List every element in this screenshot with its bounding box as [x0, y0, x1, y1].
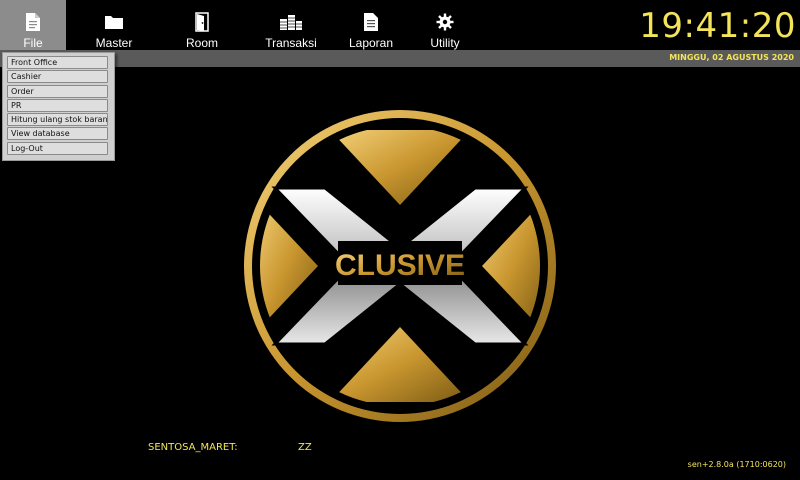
menu-item-front-office[interactable]: Front Office — [7, 56, 108, 69]
menu-item-cashier[interactable]: Cashier — [7, 70, 108, 84]
user-label: SENTOSA_MARET: — [148, 442, 238, 453]
door-icon — [189, 9, 215, 34]
toolbar-master-button[interactable]: Master — [82, 0, 146, 50]
toolbar-laporan-label: Laporan — [348, 36, 394, 50]
gear-icon — [432, 9, 458, 34]
menu-item-logout[interactable]: Log-Out — [7, 141, 108, 155]
toolbar-utility-label: Utility — [430, 36, 460, 50]
toolbar-room-button[interactable]: Room — [170, 0, 234, 50]
toolbar-master-label: Master — [95, 36, 133, 50]
file-menu-dropdown: Front Office Cashier Order PR Hitung ula… — [2, 52, 115, 161]
toolbar-laporan-button[interactable]: Laporan — [340, 0, 402, 50]
file-icon — [20, 9, 46, 34]
menu-item-view-database[interactable]: View database — [7, 127, 108, 141]
toolbar-file-label: File — [23, 36, 43, 50]
xclusive-logo: CLUSIVE — [244, 110, 556, 422]
version-label: sen+2.8.0a (1710:0620) — [687, 460, 786, 469]
report-icon — [358, 9, 384, 34]
toolbar-room-label: Room — [185, 36, 218, 50]
toolbar-utility-button[interactable]: Utility — [414, 0, 476, 50]
main-toolbar: File Master Room Transaksi Laporan Utili… — [0, 0, 800, 50]
toolbar-transaksi-label: Transaksi — [265, 36, 317, 50]
folder-icon — [101, 9, 127, 34]
date-display: MINGGU, 02 AGUSTUS 2020 — [669, 53, 794, 62]
menu-item-pr[interactable]: PR — [7, 98, 108, 112]
toolbar-file-button[interactable]: File — [0, 0, 66, 50]
logo-text: CLUSIVE — [335, 249, 465, 282]
coins-icon — [278, 9, 304, 34]
clock-display: 19:41:20 — [639, 6, 796, 46]
toolbar-transaksi-button[interactable]: Transaksi — [258, 0, 324, 50]
menu-item-recount-stock[interactable]: Hitung ulang stok barang — [7, 113, 108, 127]
menu-item-order[interactable]: Order — [7, 84, 108, 98]
user-code: ZZ — [298, 442, 312, 453]
